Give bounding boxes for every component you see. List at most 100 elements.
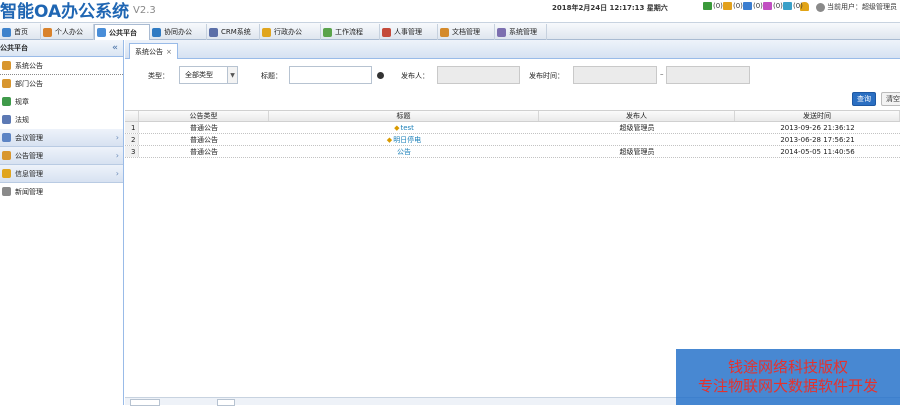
sidebar-item-news[interactable]: 新闻管理 [0, 183, 123, 201]
clear-button[interactable]: 清空 [881, 92, 900, 106]
sidebar-title: 公共平台 [0, 44, 28, 52]
nav-tab-label: 个人办公 [55, 28, 83, 36]
type-label: 类型： [148, 72, 169, 80]
sidebar-group-1[interactable]: 公告管理 › [0, 147, 123, 165]
header-stat[interactable]: (0) [743, 2, 763, 10]
nav-tab-label: 系统管理 [509, 28, 537, 36]
date-separator: – [660, 70, 664, 78]
announcement-title-link[interactable]: 公告 [397, 147, 411, 157]
chevron-right-icon: › [115, 133, 119, 142]
cell-time: 2013-06-28 17:56:21 [780, 135, 855, 144]
module-nav: 首页 个人办公 公共平台 协同办公 CRM系统 行政办公 工作流程 人事管理 文档管理 系统管理 [0, 22, 900, 41]
sidebar-group-0[interactable]: 会议管理 › [0, 129, 123, 147]
header: 智能OA办公系统 V2.3 2018年2月24日 12:17:13 星期六 当前… [0, 0, 900, 22]
user-settings-icon[interactable] [816, 2, 825, 12]
nav-tab-8[interactable]: 文档管理 [438, 24, 495, 40]
title-input[interactable] [289, 66, 372, 84]
header-stat[interactable]: (0) [723, 2, 743, 10]
nav-tab-label: 人事管理 [394, 28, 422, 36]
sidebar-group-label-wrap: 公告管理 [2, 151, 43, 161]
nav-tab-label: 行政办公 [274, 28, 302, 36]
query-button[interactable]: 查询 [852, 92, 876, 106]
nav-tab-label: 首页 [14, 28, 28, 36]
notice-mgmt-icon [2, 151, 11, 160]
sidebar-item-1[interactable]: 部门公告 [0, 75, 123, 93]
title-text: test [400, 123, 414, 132]
announcement-title-link[interactable]: ◆ 明日停电 [387, 135, 421, 145]
cell-publisher [539, 134, 735, 145]
header-stat-count: (0) [753, 2, 763, 10]
cell-publisher: 超级管理员 [619, 123, 655, 132]
app-title: 智能OA办公系统 [0, 2, 130, 22]
sidebar-item-label: 法规 [15, 115, 29, 124]
app-version: V2.3 [133, 5, 156, 16]
nav-tab-3[interactable]: 协同办公 [150, 24, 207, 40]
nav-tab-label: 协同办公 [164, 28, 192, 36]
sidebar-item-label: 新闻管理 [15, 187, 43, 196]
start-date-input[interactable] [573, 66, 657, 84]
sidebar-item-3[interactable]: 法规 [0, 111, 123, 129]
chevron-right-icon: › [115, 151, 119, 160]
mail-icon [723, 2, 732, 10]
nav-tab-1[interactable]: 个人办公 [41, 24, 94, 40]
table-row[interactable]: 1 普通公告 ◆ test 超级管理员 2013-09-26 21:36:12 [125, 122, 900, 134]
close-icon[interactable]: × [166, 48, 172, 56]
publisher-label: 发布人： [401, 72, 429, 80]
tab-label: 系统公告 [135, 47, 163, 56]
document-icon [440, 27, 449, 37]
sidebar-item-label: 系统公告 [15, 61, 43, 70]
sidebar-group-label: 会议管理 [15, 133, 43, 142]
column-header-time[interactable]: 发送时间 [735, 111, 900, 121]
announcement-title-link[interactable]: ◆ test [394, 124, 414, 132]
nav-tab-7[interactable]: 人事管理 [380, 24, 438, 40]
sidebar-group-2[interactable]: 信息管理 › [0, 165, 123, 183]
table-row[interactable]: 2 普通公告 ◆ 明日停电 2013-06-28 17:56:21 [125, 134, 900, 146]
person-icon [43, 27, 52, 37]
table-header: 公告类型 标题 发布人 发送时间 [125, 110, 900, 122]
crm-icon [209, 27, 218, 37]
nav-tab-6[interactable]: 工作流程 [321, 24, 380, 40]
nav-tab-label: 工作流程 [335, 28, 363, 36]
title-text: 公告 [397, 147, 411, 156]
current-user-label: 当前用户：超级管理员 [827, 3, 897, 11]
current-datetime: 2018年2月24日 12:17:13 星期六 [552, 4, 668, 12]
home-icon [2, 27, 11, 37]
end-date-input[interactable] [666, 66, 750, 84]
collab-icon [152, 27, 161, 37]
header-stat[interactable]: (0) [703, 2, 723, 10]
publisher-input[interactable] [437, 66, 520, 84]
column-header-type[interactable]: 公告类型 [139, 111, 269, 121]
people-icon [703, 2, 712, 10]
sidebar-item-2[interactable]: 规章 [0, 93, 123, 111]
sidebar-collapse-icon[interactable]: « [112, 43, 118, 53]
column-header-publisher[interactable]: 发布人 [539, 111, 735, 121]
nav-tab-9[interactable]: 系统管理 [495, 24, 547, 40]
tab-system-announcements[interactable]: 系统公告 × [129, 43, 178, 59]
announcement-table: 公告类型 标题 发布人 发送时间 1 普通公告 ◆ test 超级管理员 2013-09-… [125, 110, 900, 158]
column-header-title[interactable]: 标题 [269, 111, 539, 121]
cell-time: 2013-09-26 21:36:12 [780, 123, 855, 132]
copyright-watermark: 钱途网络科技版权 专注物联网大数据软件开发 [676, 349, 900, 405]
nav-tab-4[interactable]: CRM系统 [207, 24, 260, 40]
header-stat-count: (0) [773, 2, 783, 10]
workflow-icon [323, 27, 332, 37]
header-stat[interactable]: (0) [763, 2, 783, 10]
title-label: 标题： [261, 72, 282, 80]
law-icon [2, 115, 11, 124]
nav-tab-label: 公共平台 [109, 28, 137, 37]
row-number: 3 [125, 146, 139, 157]
sidebar-group-label: 信息管理 [15, 169, 43, 178]
rules-icon [2, 97, 11, 106]
nav-tab-2[interactable]: 公共平台 [94, 24, 150, 41]
cell-type: 普通公告 [190, 147, 218, 156]
header-stat[interactable]: (0) [783, 2, 803, 10]
sidebar-group-label: 公告管理 [15, 151, 43, 160]
nav-tab-5[interactable]: 行政办公 [260, 24, 321, 40]
table-row[interactable]: 3 普通公告 公告 超级管理员 2014-05-05 11:40:56 [125, 146, 900, 158]
nav-tab-0[interactable]: 首页 [0, 24, 41, 40]
publish-time-label: 发布时间： [529, 72, 564, 80]
type-select[interactable]: 全部类型 ▼ [179, 66, 238, 84]
help-icon[interactable] [377, 72, 384, 79]
header-stat-count: (0) [733, 2, 743, 10]
sidebar-item-0[interactable]: 系统公告 [0, 57, 123, 75]
